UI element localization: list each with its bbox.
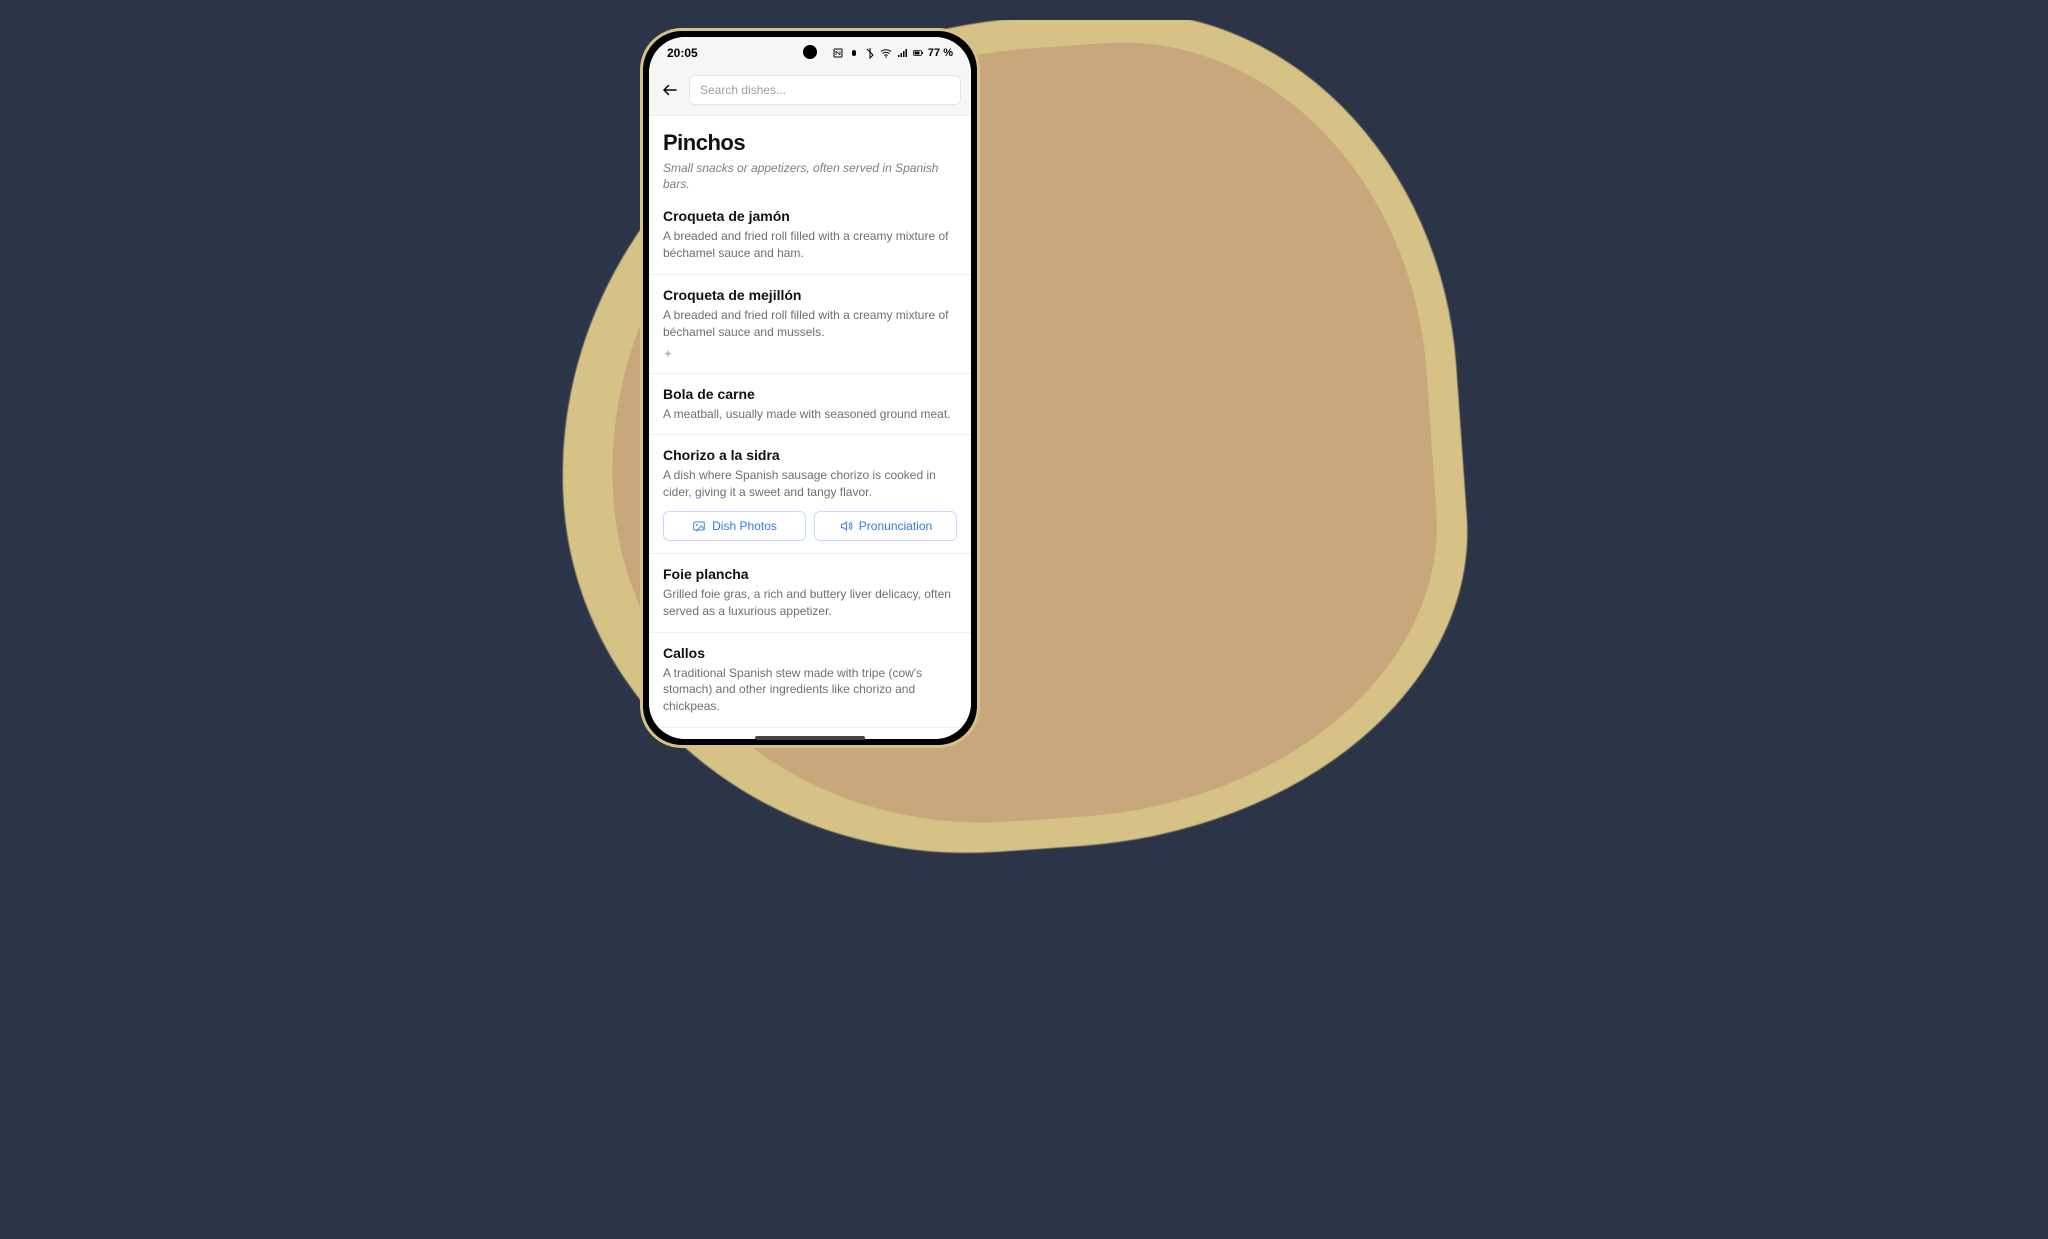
dish-name: Croqueta de jamón [663,208,957,224]
dish-name: Bola de carne [663,386,957,402]
screen: 20:05 77 % [649,37,971,739]
debug-icon [848,47,860,59]
dish-description: Grilled foie gras, a rich and buttery li… [663,586,957,620]
dish-description: A traditional Spanish stew made with tri… [663,665,957,715]
status-icons: 77 % [832,47,953,59]
back-button[interactable] [659,79,681,101]
category-subtitle: Small snacks or appetizers, often served… [663,160,957,192]
image-icon [692,519,706,533]
signal-icon [896,47,908,59]
category-header: Pinchos Small snacks or appetizers, ofte… [649,116,971,196]
dish-description: A meatball, usually made with seasoned g… [663,406,957,423]
arrow-left-icon [661,81,679,99]
dish-name: Callos [663,645,957,661]
dish-description: A breaded and fried roll filled with a c… [663,307,957,341]
dish-item[interactable]: Callos A traditional Spanish stew made w… [649,633,971,728]
bluetooth-icon [864,47,876,59]
dish-item[interactable]: Croqueta de jamón A breaded and fried ro… [649,196,971,275]
sound-icon [839,519,853,533]
dish-list[interactable]: Pinchos Small snacks or appetizers, ofte… [649,116,971,739]
camera-hole [803,45,817,59]
category-title: Pinchos [663,130,957,156]
search-bar [649,69,971,116]
battery-icon [912,47,924,59]
button-label: Dish Photos [712,519,777,533]
dish-description: A breaded and fried roll filled with a c… [663,228,957,262]
battery-text: 77 % [928,47,953,59]
phone-frame: 20:05 77 % [640,28,980,748]
nfc-icon [832,47,844,59]
dish-item[interactable]: Foie plancha Grilled foie gras, a rich a… [649,554,971,633]
dish-name: Foie plancha [663,566,957,582]
dish-item[interactable]: Chorizo a la sidra A dish where Spanish … [649,435,971,554]
pronunciation-button[interactable]: Pronunciation [814,511,957,541]
status-time: 20:05 [667,46,698,60]
dish-item[interactable]: Croqueta de mejillón A breaded and fried… [649,275,971,374]
dish-description: A dish where Spanish sausage chorizo is … [663,467,957,501]
dish-name: Chorizo a la sidra [663,447,957,463]
dish-item[interactable]: Bola de carne A meatball, usually made w… [649,374,971,436]
wifi-icon [880,47,892,59]
button-label: Pronunciation [859,519,932,533]
dish-extra-icon: ✦ [663,347,957,361]
home-indicator [755,736,865,740]
dish-name: Croqueta de mejillón [663,287,957,303]
dish-photos-button[interactable]: Dish Photos [663,511,806,541]
search-input[interactable] [689,75,961,105]
dish-actions: Dish Photos Pronunciation [663,511,957,541]
